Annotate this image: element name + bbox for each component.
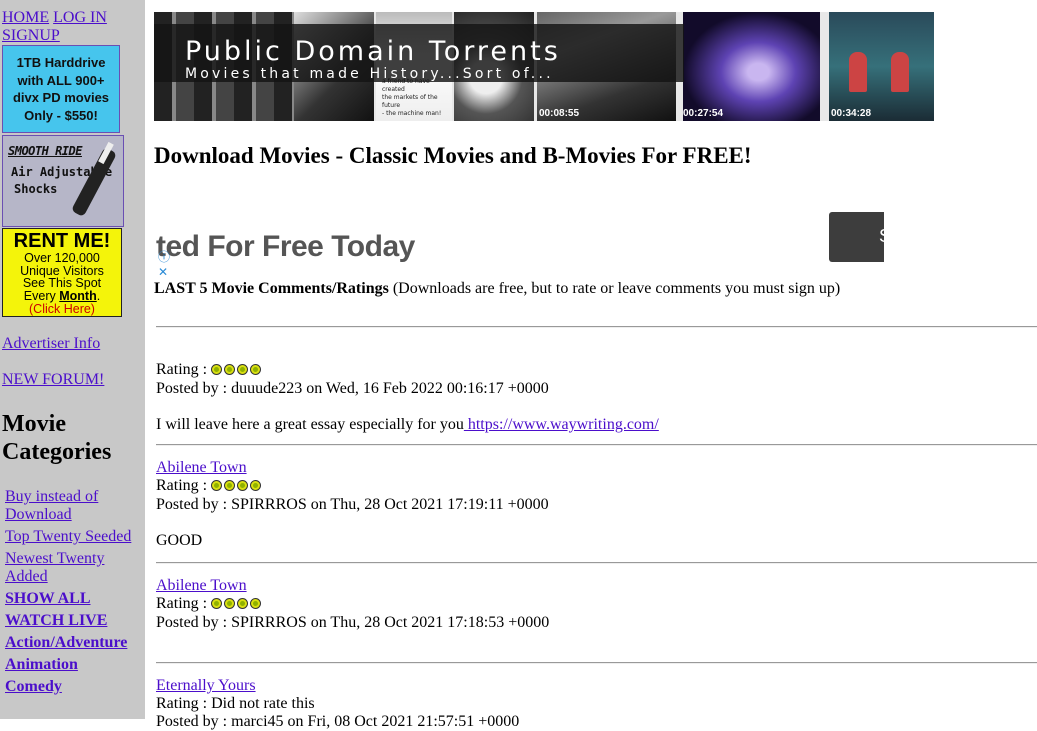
rating-stars xyxy=(211,362,263,380)
posted-by: Posted by : SPIRRROS on Thu, 28 Oct 2021… xyxy=(156,614,550,631)
rent-me-click: (Click Here) xyxy=(29,302,95,316)
comment-item: Abilene Town Rating : Posted by : SPIRRR… xyxy=(156,577,1036,632)
star-icon xyxy=(224,598,236,609)
category-top-twenty[interactable]: Top Twenty Seeded xyxy=(5,528,131,545)
harddrive-ad-line: with ALL 900+ xyxy=(17,72,105,88)
movie-link[interactable]: Eternally Yours xyxy=(156,677,256,694)
star-icon xyxy=(211,480,223,491)
rent-me-month: Month xyxy=(59,288,97,303)
category-show-all[interactable]: SHOW ALL xyxy=(5,590,91,607)
movie-link[interactable]: Abilene Town xyxy=(156,459,247,476)
categories-heading-line: Movie xyxy=(2,411,66,437)
comment-text: I will leave here a great essay especial… xyxy=(156,416,464,433)
rating-stars xyxy=(211,478,263,496)
star-icon xyxy=(237,598,249,609)
new-forum-link[interactable]: NEW FORUM! xyxy=(2,371,104,389)
star-icon xyxy=(250,364,262,375)
comments-intro: LAST 5 Movie Comments/Ratings (Downloads… xyxy=(154,280,840,298)
star-icon xyxy=(237,480,249,491)
rating-line: Rating : Did not rate this xyxy=(156,695,315,712)
ad-banner-button-label: S xyxy=(879,226,884,247)
movie-link[interactable]: Abilene Town xyxy=(156,577,247,594)
home-link[interactable]: HOME xyxy=(2,9,49,26)
rent-me-line: Every Month. xyxy=(3,288,121,303)
star-icon xyxy=(250,480,262,491)
rent-me-ad[interactable]: RENT ME! Over 120,000 Unique Visitors Se… xyxy=(2,228,122,317)
comment-item: Abilene Town Rating : Posted by : SPIRRR… xyxy=(156,459,1036,550)
star-icon xyxy=(224,364,236,375)
harddrive-ad[interactable]: 1TB Harddrive with ALL 900+ divx PD movi… xyxy=(2,45,120,133)
comment-item: Rating : Posted by : duuude223 on Wed, 1… xyxy=(156,361,1036,434)
rating-label: Rating : xyxy=(156,595,208,612)
divider xyxy=(156,326,1037,328)
top-nav: HOME LOG IN SIGNUP xyxy=(2,9,142,45)
ad-banner-button[interactable]: S xyxy=(829,212,884,262)
rating-stars xyxy=(211,596,263,614)
category-newest-twenty[interactable]: Newest Twenty Added xyxy=(5,550,104,585)
signup-link[interactable]: SIGNUP xyxy=(2,27,60,44)
rent-me-line: Over 120,000 xyxy=(24,251,100,265)
advertiser-info-link[interactable]: Advertiser Info xyxy=(2,335,100,353)
banner-subtitle: Movies that made History...Sort of... xyxy=(185,66,554,82)
comment-body: I will leave here a great essay especial… xyxy=(156,416,1036,434)
banner-title-box: Public Domain Torrents Movies that made … xyxy=(154,24,684,82)
category-watch-live[interactable]: WATCH LIVE xyxy=(5,612,107,629)
figure-shape xyxy=(891,52,909,92)
rating-label: Rating : xyxy=(156,361,208,378)
site-banner[interactable]: a friend to have created the markets of … xyxy=(154,12,934,121)
rent-me-every: Every xyxy=(23,288,56,303)
categories-heading-line: Categories xyxy=(2,439,112,465)
film-frame-image: 00:34:28 xyxy=(829,12,934,121)
categories-heading: Movie Categories xyxy=(2,410,111,466)
ad-info-icon[interactable]: ⓘ ✕ xyxy=(158,250,170,280)
rating-line: Rating : xyxy=(156,361,1036,380)
comment-link[interactable]: https://www.waywriting.com/ xyxy=(464,416,659,433)
page-headline: Download Movies - Classic Movies and B-M… xyxy=(154,143,752,168)
frame-timestamp: 00:08:55 xyxy=(539,108,580,119)
ad-banner[interactable]: ted For Free Today S ⓘ✕ xyxy=(154,212,884,280)
comment-item: Eternally Yours Rating : Did not rate th… xyxy=(156,677,1036,731)
rating-line: Rating : xyxy=(156,477,1036,496)
divider xyxy=(156,444,1037,446)
category-animation[interactable]: Animation xyxy=(5,656,78,673)
comments-note: (Downloads are free, but to rate or leav… xyxy=(392,280,841,297)
banner-title: Public Domain Torrents xyxy=(185,36,561,67)
star-icon xyxy=(237,364,249,375)
harddrive-ad-line: divx PD movies xyxy=(12,90,110,105)
star-icon xyxy=(224,480,236,491)
frame-timestamp: 00:27:54 xyxy=(683,108,724,119)
ad-banner-text: ted For Free Today xyxy=(156,230,415,263)
category-comedy[interactable]: Comedy xyxy=(5,678,62,695)
frame-timestamp: 00:34:28 xyxy=(831,108,872,119)
shocks-ad[interactable]: SMOOTH RIDE Air Adjustable Shocks xyxy=(2,135,124,227)
category-action-adventure[interactable]: Action/Adventure xyxy=(5,634,127,651)
rent-me-period: . xyxy=(96,288,101,303)
shocks-ad-title: SMOOTH RIDE xyxy=(8,144,82,158)
shocks-ad-line: Shocks xyxy=(14,182,58,196)
rating-label: Rating : xyxy=(156,477,208,494)
star-icon xyxy=(211,364,223,375)
posted-by: Posted by : marci45 on Fri, 08 Oct 2021 … xyxy=(156,713,520,730)
frame-caption: - the machine man! xyxy=(382,110,442,117)
comment-body: GOOD xyxy=(156,532,203,549)
posted-by: Posted by : duuude223 on Wed, 16 Feb 202… xyxy=(156,380,549,397)
harddrive-ad-line: 1TB Harddrive xyxy=(16,55,106,70)
ad-close-icon[interactable]: ✕ xyxy=(158,265,168,279)
sidebar: HOME LOG IN SIGNUP 1TB Harddrive with AL… xyxy=(0,0,145,719)
divider xyxy=(156,562,1037,564)
figure-shape xyxy=(849,52,867,92)
category-buy-instead[interactable]: Buy instead of Download xyxy=(5,488,98,523)
comments-title: LAST 5 Movie Comments/Ratings xyxy=(154,280,389,297)
rating-line: Rating : xyxy=(156,595,1036,614)
login-link[interactable]: LOG IN xyxy=(53,9,107,26)
film-frame-image: 00:27:54 xyxy=(683,12,820,121)
star-icon xyxy=(211,598,223,609)
frame-caption: the markets of the future xyxy=(382,94,438,109)
category-list: Buy instead of Download Top Twenty Seede… xyxy=(5,488,143,700)
harddrive-ad-line: Only - $550! xyxy=(24,107,98,123)
rent-me-title: RENT ME! xyxy=(13,230,111,252)
star-icon xyxy=(250,598,262,609)
posted-by: Posted by : SPIRRROS on Thu, 28 Oct 2021… xyxy=(156,496,549,513)
divider xyxy=(156,662,1037,664)
